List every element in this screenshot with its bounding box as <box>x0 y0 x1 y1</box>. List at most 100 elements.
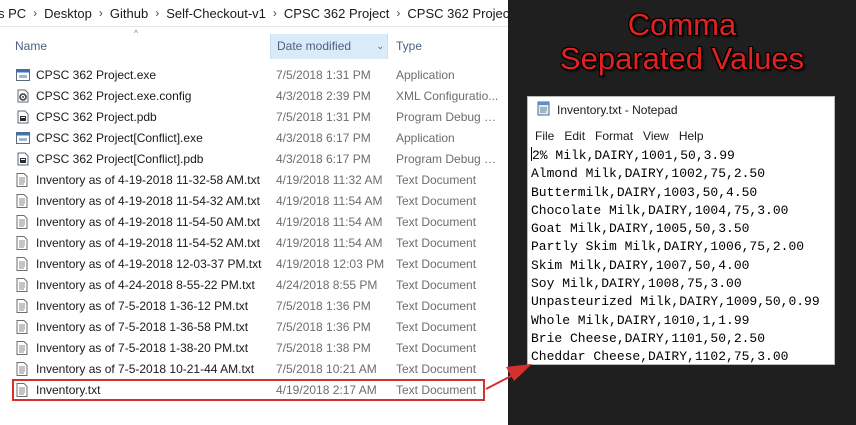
breadcrumb-separator-icon[interactable]: › <box>153 6 161 20</box>
notepad-menu-item[interactable]: Help <box>674 126 709 146</box>
file-type: Text Document <box>396 299 477 313</box>
file-name: CPSC 362 Project[Conflict].exe <box>36 131 203 145</box>
column-header-date-modified[interactable]: Date modified ⌄ <box>270 34 388 59</box>
headline-line-2: Separated Values <box>559 41 805 76</box>
chevron-down-icon[interactable]: ⌄ <box>376 34 384 59</box>
file-explorer: s PC › Desktop › Github › Self-Checkout-v1 › CPS… <box>0 0 508 425</box>
csv-line: Soy Milk,DAIRY,1008,75,3.00 <box>531 276 742 292</box>
file-type: Text Document <box>396 194 477 208</box>
breadcrumb-separator-icon[interactable]: › <box>97 6 105 20</box>
csv-line: Chocolate Milk,DAIRY,1004,75,3.00 <box>531 202 789 218</box>
column-header-row: Name Date modified ⌄ Type <box>0 34 508 59</box>
text-file-icon <box>16 338 30 359</box>
csv-line: Unpasteurized Milk,DAIRY,1009,50,0.99 <box>531 294 820 310</box>
breadcrumb-item[interactable]: Self-Checkout-v1 <box>161 6 271 21</box>
notepad-title-bar[interactable]: Inventory.txt - Notepad <box>528 97 834 123</box>
file-row[interactable]: CPSC 362 Project.exe 7/5/2018 1:31 PM Appl… <box>0 65 508 86</box>
exe-icon <box>16 65 30 86</box>
text-file-icon <box>16 212 30 233</box>
exe-icon <box>16 128 30 149</box>
notepad-window: Inventory.txt - Notepad File Edit Format Vi… <box>527 96 835 365</box>
file-row[interactable]: Inventory as of 7-5-2018 1-36-12 PM.txt 7… <box>0 296 508 317</box>
config-icon <box>16 86 30 107</box>
notepad-menu-bar: File Edit Format View Help <box>528 126 709 146</box>
file-name: Inventory as of 4-19-2018 12-03-37 PM.tx… <box>36 257 262 271</box>
column-header-name[interactable]: Name <box>15 34 47 59</box>
file-row[interactable]: Inventory as of 7-5-2018 1-36-58 PM.txt 7… <box>0 317 508 338</box>
notepad-title: Inventory.txt - Notepad <box>557 103 678 117</box>
column-header-type[interactable]: Type <box>396 34 422 59</box>
file-row[interactable]: Inventory as of 7-5-2018 10-21-44 AM.txt… <box>0 359 508 380</box>
notepad-menu-item[interactable]: File <box>528 126 559 146</box>
file-type: Text Document <box>396 173 477 187</box>
text-file-icon <box>16 254 30 275</box>
file-row[interactable]: CPSC 362 Project.exe.config 4/3/2018 2:39… <box>0 86 508 107</box>
breadcrumb-separator-icon[interactable]: › <box>394 6 402 20</box>
file-type: Program Debug D... <box>396 152 502 166</box>
file-row[interactable]: Inventory as of 4-19-2018 11-54-52 AM.tx… <box>0 233 508 254</box>
file-row[interactable]: Inventory as of 4-19-2018 11-54-32 AM.tx… <box>0 191 508 212</box>
file-date-modified: 7/5/2018 1:36 PM <box>276 320 371 334</box>
headline-line-1: Comma <box>627 7 737 42</box>
file-name: CPSC 362 Project.exe.config <box>36 89 192 103</box>
file-list: CPSC 362 Project.exe 7/5/2018 1:31 PM Appl… <box>0 65 508 401</box>
file-type: Text Document <box>396 236 477 250</box>
breadcrumb-item[interactable]: Desktop <box>39 6 97 21</box>
text-file-icon <box>16 359 30 380</box>
file-name: Inventory as of 7-5-2018 1-36-12 PM.txt <box>36 299 249 313</box>
breadcrumb-item[interactable]: s PC <box>0 6 31 21</box>
file-name: Inventory as of 4-19-2018 11-32-58 AM.tx… <box>36 173 260 187</box>
highlight-box <box>12 379 485 401</box>
file-name: Inventory as of 7-5-2018 1-36-58 PM.txt <box>36 320 249 334</box>
file-row[interactable]: CPSC 362 Project[Conflict].pdb 4/3/2018 6… <box>0 149 508 170</box>
file-type: Text Document <box>396 362 477 376</box>
file-date-modified: 7/5/2018 1:31 PM <box>276 68 371 82</box>
file-date-modified: 7/5/2018 10:21 AM <box>276 362 377 376</box>
csv-line: Buttermilk,DAIRY,1003,50,4.50 <box>531 184 758 200</box>
csv-line: 2% Milk,DAIRY,1001,50,3.99 <box>532 148 735 163</box>
text-file-icon <box>16 233 30 254</box>
notepad-menu-item[interactable]: View <box>638 126 674 146</box>
notepad-menu-item[interactable]: Format <box>590 126 638 146</box>
text-file-icon <box>16 275 30 296</box>
file-type: Text Document <box>396 257 477 271</box>
notepad-menu-item[interactable]: Edit <box>559 126 590 146</box>
file-name: CPSC 362 Project.exe <box>36 68 157 82</box>
csv-line: Almond Milk,DAIRY,1002,75,2.50 <box>531 166 766 182</box>
file-date-modified: 4/19/2018 11:54 AM <box>276 236 383 250</box>
file-type: Text Document <box>396 320 477 334</box>
file-row[interactable]: Inventory as of 4-19-2018 11-54-50 AM.tx… <box>0 212 508 233</box>
file-name: Inventory as of 7-5-2018 1-38-20 PM.txt <box>36 341 249 355</box>
breadcrumb-item[interactable]: CPSC 362 Project <box>402 6 508 21</box>
file-name: CPSC 362 Project[Conflict].pdb <box>36 152 204 166</box>
file-type: XML Configuratio... <box>396 89 499 103</box>
file-row[interactable]: Inventory as of 4-19-2018 11-32-58 AM.tx… <box>0 170 508 191</box>
file-row[interactable]: Inventory as of 4-19-2018 12-03-37 PM.tx… <box>0 254 508 275</box>
file-row[interactable]: Inventory as of 7-5-2018 1-38-20 PM.txt 7… <box>0 338 508 359</box>
csv-line: Brie Cheese,DAIRY,1101,50,2.50 <box>531 330 766 346</box>
file-type: Application <box>396 131 455 145</box>
text-file-icon <box>16 296 30 317</box>
breadcrumb-item[interactable]: Github <box>105 6 153 21</box>
csv-line: Skim Milk,DAIRY,1007,50,4.00 <box>531 257 750 273</box>
breadcrumb-separator-icon[interactable]: › <box>31 6 39 20</box>
file-date-modified: 4/19/2018 12:03 PM <box>276 257 385 271</box>
file-name: Inventory as of 7-5-2018 10-21-44 AM.txt <box>36 362 255 376</box>
breadcrumb-item[interactable]: CPSC 362 Project <box>279 6 395 21</box>
file-type: Text Document <box>396 215 477 229</box>
text-file-icon <box>16 170 30 191</box>
file-date-modified: 4/19/2018 11:54 AM <box>276 215 383 229</box>
headline: Comma Separated Values <box>508 8 856 76</box>
breadcrumb-separator-icon[interactable]: › <box>271 6 279 20</box>
file-row[interactable]: CPSC 362 Project.pdb 7/5/2018 1:31 PM Prog… <box>0 107 508 128</box>
csv-line: Partly Skim Milk,DAIRY,1006,75,2.00 <box>531 239 805 255</box>
file-date-modified: 4/3/2018 2:39 PM <box>276 89 371 103</box>
file-date-modified: 4/3/2018 6:17 PM <box>276 152 371 166</box>
notepad-text-area[interactable]: 2% Milk,DAIRY,1001,50,3.99 Almond Milk,DA… <box>531 147 820 364</box>
file-type: Text Document <box>396 341 477 355</box>
file-row[interactable]: CPSC 362 Project[Conflict].exe 4/3/2018 6… <box>0 128 508 149</box>
file-type: Program Debug D... <box>396 110 502 124</box>
file-row[interactable]: Inventory as of 4-24-2018 8-55-22 PM.txt… <box>0 275 508 296</box>
file-date-modified: 4/24/2018 8:55 PM <box>276 278 378 292</box>
file-date-modified: 7/5/2018 1:36 PM <box>276 299 371 313</box>
